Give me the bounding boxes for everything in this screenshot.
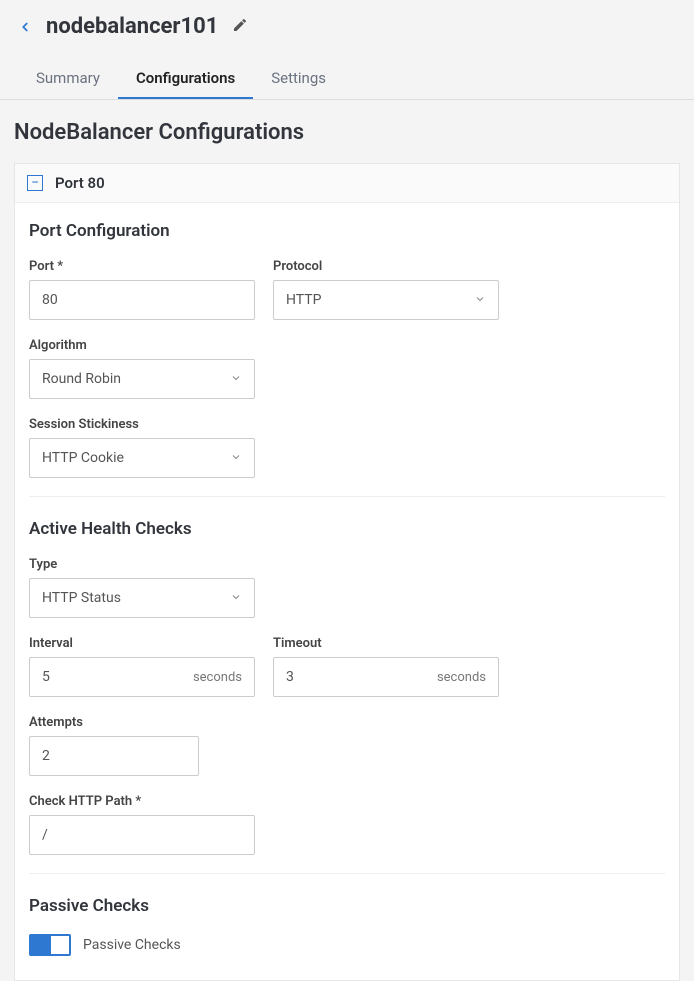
accordion-title: Port 80 bbox=[55, 174, 105, 192]
active-checks-heading: Active Health Checks bbox=[29, 519, 665, 539]
tab-summary[interactable]: Summary bbox=[18, 59, 118, 99]
timeout-value: 3 bbox=[286, 669, 294, 685]
algorithm-select[interactable]: Round Robin bbox=[29, 359, 255, 399]
protocol-field: Protocol HTTP bbox=[273, 259, 499, 320]
passive-checks-toggle[interactable] bbox=[29, 934, 71, 956]
interval-input[interactable]: 5 seconds bbox=[29, 657, 255, 697]
toggle-knob bbox=[51, 936, 69, 954]
http-path-value: / bbox=[42, 827, 48, 843]
http-path-input[interactable]: / bbox=[29, 815, 255, 855]
tab-configurations[interactable]: Configurations bbox=[118, 59, 253, 99]
passive-checks-heading: Passive Checks bbox=[29, 896, 665, 916]
type-select[interactable]: HTTP Status bbox=[29, 578, 255, 618]
chevron-down-icon bbox=[230, 372, 242, 387]
divider bbox=[29, 496, 665, 497]
stickiness-field: Session Stickiness HTTP Cookie bbox=[29, 417, 255, 478]
type-value: HTTP Status bbox=[42, 590, 121, 606]
chevron-down-icon bbox=[230, 451, 242, 466]
page-header: nodebalancer101 bbox=[0, 0, 694, 47]
divider bbox=[29, 873, 665, 874]
port-config-heading: Port Configuration bbox=[29, 221, 665, 241]
attempts-label: Attempts bbox=[29, 715, 199, 730]
page-title: nodebalancer101 bbox=[46, 14, 218, 39]
accordion-header[interactable]: − Port 80 bbox=[15, 164, 679, 203]
algorithm-label: Algorithm bbox=[29, 338, 255, 353]
attempts-field: Attempts 2 bbox=[29, 715, 199, 776]
passive-checks-toggle-label: Passive Checks bbox=[83, 937, 181, 953]
edit-icon[interactable] bbox=[232, 17, 248, 37]
back-chevron-icon[interactable] bbox=[18, 17, 32, 37]
port-field: Port * 80 bbox=[29, 259, 255, 320]
protocol-label: Protocol bbox=[273, 259, 499, 274]
http-path-field: Check HTTP Path * / bbox=[29, 794, 255, 855]
section-title: NodeBalancer Configurations bbox=[0, 100, 694, 163]
timeout-input[interactable]: 3 seconds bbox=[273, 657, 499, 697]
interval-label: Interval bbox=[29, 636, 255, 651]
collapse-icon[interactable]: − bbox=[27, 175, 43, 191]
timeout-label: Timeout bbox=[273, 636, 499, 651]
chevron-down-icon bbox=[474, 293, 486, 308]
form-body: Port Configuration Port * 80 Protocol HT… bbox=[15, 203, 679, 980]
port-value: 80 bbox=[42, 292, 58, 308]
port-input[interactable]: 80 bbox=[29, 280, 255, 320]
config-card: − Port 80 Port Configuration Port * 80 P… bbox=[14, 163, 680, 981]
protocol-value: HTTP bbox=[286, 292, 321, 308]
interval-field: Interval 5 seconds bbox=[29, 636, 255, 697]
algorithm-field: Algorithm Round Robin bbox=[29, 338, 255, 399]
tabs: Summary Configurations Settings bbox=[0, 47, 694, 100]
stickiness-label: Session Stickiness bbox=[29, 417, 255, 432]
chevron-down-icon bbox=[230, 591, 242, 606]
algorithm-value: Round Robin bbox=[42, 371, 121, 387]
timeout-field: Timeout 3 seconds bbox=[273, 636, 499, 697]
stickiness-select[interactable]: HTTP Cookie bbox=[29, 438, 255, 478]
attempts-value: 2 bbox=[42, 748, 50, 764]
interval-value: 5 bbox=[42, 669, 50, 685]
stickiness-value: HTTP Cookie bbox=[42, 450, 124, 466]
http-path-label: Check HTTP Path * bbox=[29, 794, 255, 809]
type-label: Type bbox=[29, 557, 255, 572]
passive-toggle-row: Passive Checks bbox=[29, 934, 665, 956]
interval-suffix: seconds bbox=[193, 670, 242, 685]
timeout-suffix: seconds bbox=[437, 670, 486, 685]
attempts-input[interactable]: 2 bbox=[29, 736, 199, 776]
port-label: Port * bbox=[29, 259, 255, 274]
protocol-select[interactable]: HTTP bbox=[273, 280, 499, 320]
type-field: Type HTTP Status bbox=[29, 557, 255, 618]
tab-settings[interactable]: Settings bbox=[253, 59, 344, 99]
